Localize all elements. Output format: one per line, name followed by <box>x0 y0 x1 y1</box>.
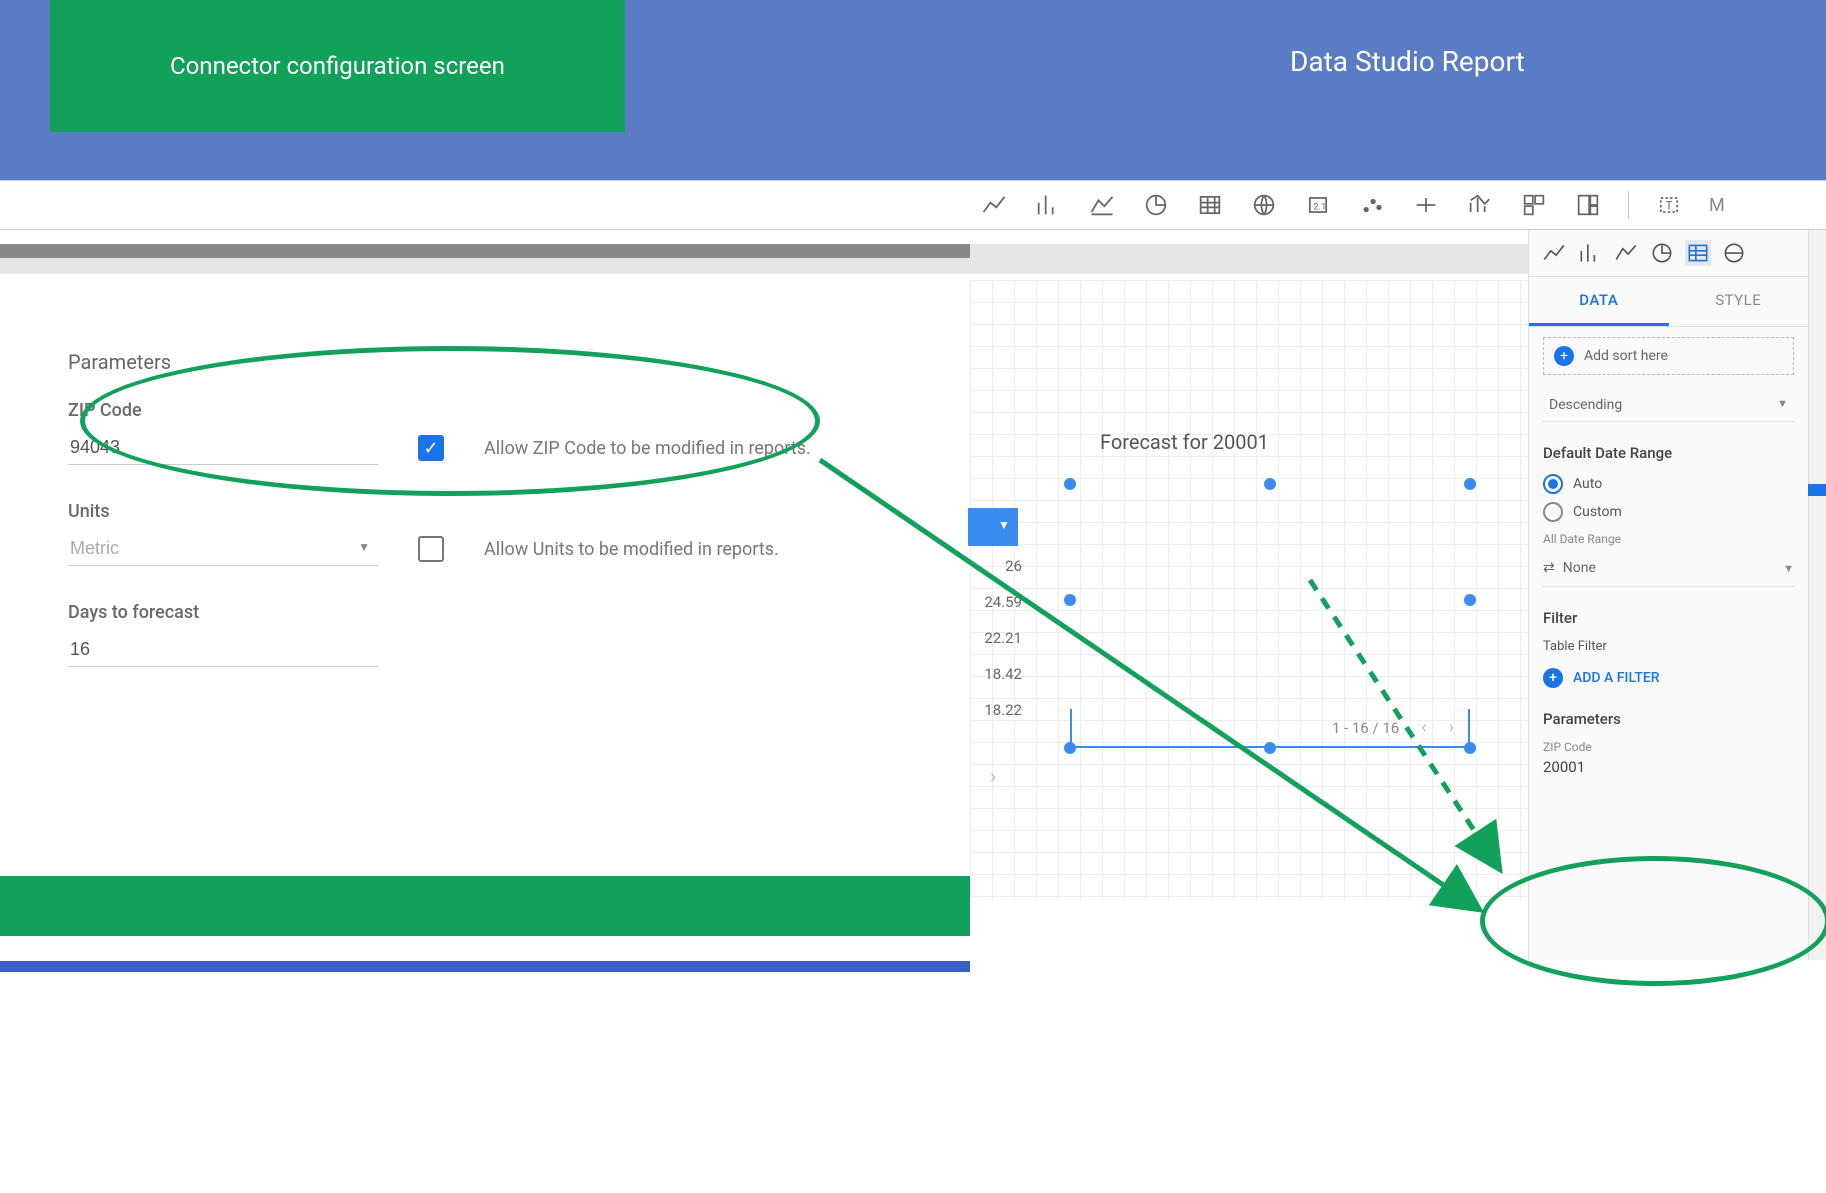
scatter-icon[interactable] <box>1358 191 1386 219</box>
add-filter-button[interactable]: + ADD A FILTER <box>1543 668 1794 688</box>
collapsed-indicator <box>1808 484 1826 496</box>
peek-cell: 18.22 <box>968 692 1028 728</box>
zip-input[interactable] <box>68 431 378 465</box>
units-allow-label: Allow Units to be modified in reports. <box>484 539 779 560</box>
toolbar: 2.1 T M <box>0 180 1826 230</box>
chevron-down-icon: ▼ <box>1777 397 1788 413</box>
pager-text: 1 - 16 / 16 <box>1332 719 1399 737</box>
add-sort-button[interactable]: + Add sort here <box>1543 337 1794 375</box>
bullet-icon[interactable] <box>1412 191 1440 219</box>
zip-field-row: ZIP Code ✓ Allow ZIP Code to be modified… <box>68 400 940 465</box>
resize-handle[interactable] <box>1464 594 1476 606</box>
resize-handle[interactable] <box>1264 478 1276 490</box>
right-title: Data Studio Report <box>1290 45 1525 78</box>
pie-chart-icon[interactable] <box>1142 191 1170 219</box>
date-range-heading: Default Date Range <box>1543 444 1794 462</box>
chevron-down-icon: ▼ <box>1783 562 1794 575</box>
filter-heading: Filter <box>1543 609 1794 627</box>
peek-table: 26 24.59 22.21 18.42 18.22 <box>968 548 1028 728</box>
chevron-down-icon: ▼ <box>358 540 370 554</box>
globe-icon[interactable] <box>1250 191 1278 219</box>
forecast-title: Forecast for 20001 <box>1100 430 1269 454</box>
pivot-icon[interactable] <box>1520 191 1548 219</box>
zip-allow-label: Allow ZIP Code to be modified in reports… <box>484 438 811 459</box>
properties-sidebar: DATA STYLE + Add sort here Descending ▼ … <box>1528 230 1808 960</box>
toolbar-more: M <box>1709 195 1725 216</box>
chevron-left-icon[interactable]: ‹ <box>1421 717 1426 738</box>
globe-icon[interactable] <box>1721 240 1747 266</box>
sidebar-zip-value[interactable]: 20001 <box>1543 758 1794 776</box>
plus-icon: + <box>1554 346 1574 366</box>
treemap-icon[interactable] <box>1574 191 1602 219</box>
units-allow-checkbox[interactable] <box>418 536 444 562</box>
chevron-right-icon[interactable]: › <box>990 764 996 788</box>
zip-allow-checkbox[interactable]: ✓ <box>418 435 444 461</box>
scorecard-icon[interactable]: 2.1 <box>1304 191 1332 219</box>
units-field-row: Units ▼ Allow Units to be modified in re… <box>68 501 940 566</box>
chart-type-icons <box>1529 230 1808 277</box>
add-sort-label: Add sort here <box>1584 348 1668 364</box>
parameters-heading: Parameters <box>68 350 940 374</box>
bar-chart-icon[interactable] <box>1577 240 1603 266</box>
pie-chart-icon[interactable] <box>1649 240 1675 266</box>
resize-handle[interactable] <box>1064 742 1076 754</box>
date-range-none[interactable]: ⇄None ▼ <box>1543 560 1794 587</box>
text-icon[interactable]: T <box>1655 191 1683 219</box>
peek-cell: 22.21 <box>968 620 1028 656</box>
area-chart-icon[interactable] <box>1613 240 1639 266</box>
resize-handle[interactable] <box>1064 478 1076 490</box>
bottom-blue-strip <box>0 958 970 972</box>
days-label: Days to forecast <box>68 602 940 623</box>
resize-handle[interactable] <box>1464 742 1476 754</box>
collapsed-panel[interactable] <box>1808 230 1826 960</box>
svg-text:T: T <box>1666 199 1673 213</box>
units-select[interactable] <box>68 532 378 566</box>
radio-custom[interactable]: Custom <box>1543 502 1794 522</box>
tab-data[interactable]: DATA <box>1529 277 1669 326</box>
area-chart-icon[interactable] <box>1088 191 1116 219</box>
days-field-row: Days to forecast <box>68 602 940 667</box>
table-icon[interactable] <box>1196 191 1224 219</box>
bottom-green-strip <box>0 876 970 936</box>
units-label: Units <box>68 501 940 522</box>
resize-handle[interactable] <box>1464 478 1476 490</box>
all-date-range-label: All Date Range <box>1543 532 1794 546</box>
resize-handle[interactable] <box>1064 594 1076 606</box>
chevron-right-icon[interactable]: › <box>1449 717 1454 738</box>
radio-auto[interactable]: Auto <box>1543 474 1794 494</box>
peek-cell: 24.59 <box>968 584 1028 620</box>
zip-label: ZIP Code <box>68 400 940 421</box>
sort-direction-select[interactable]: Descending ▼ <box>1543 389 1794 422</box>
chevron-down-icon: ▼ <box>998 518 1010 532</box>
divider-band-dark <box>0 244 970 258</box>
compare-arrows-icon: ⇄ <box>1543 560 1555 576</box>
header-bar: Connector configuration screen Data Stud… <box>0 0 1826 180</box>
parameters-heading-sidebar: Parameters <box>1543 710 1794 728</box>
config-panel: Parameters ZIP Code ✓ Allow ZIP Code to … <box>44 330 964 743</box>
tab-style[interactable]: STYLE <box>1669 277 1809 326</box>
plus-icon: + <box>1543 668 1563 688</box>
combo-icon[interactable] <box>1466 191 1494 219</box>
peek-cell: 18.42 <box>968 656 1028 692</box>
peek-table-header <box>968 508 1018 546</box>
table-filter-label: Table Filter <box>1543 639 1794 654</box>
sidebar-zip-label: ZIP Code <box>1543 740 1794 754</box>
selected-table-wrapper[interactable]: Time Max Temp ▼ 1.May 3, 201828.99 2.May… <box>1070 484 1470 748</box>
table-icon[interactable] <box>1685 240 1711 266</box>
left-title-tab: Connector configuration screen <box>50 0 625 132</box>
svg-text:2.1: 2.1 <box>1313 202 1326 213</box>
sidebar-tabs: DATA STYLE <box>1529 277 1808 327</box>
resize-handle[interactable] <box>1264 742 1276 754</box>
days-input[interactable] <box>68 633 378 667</box>
line-chart-icon[interactable] <box>1541 240 1567 266</box>
sort-direction-value: Descending <box>1549 397 1622 413</box>
bar-chart-icon[interactable] <box>1034 191 1062 219</box>
line-chart-icon[interactable] <box>980 191 1008 219</box>
peek-cell: 26 <box>968 548 1028 584</box>
